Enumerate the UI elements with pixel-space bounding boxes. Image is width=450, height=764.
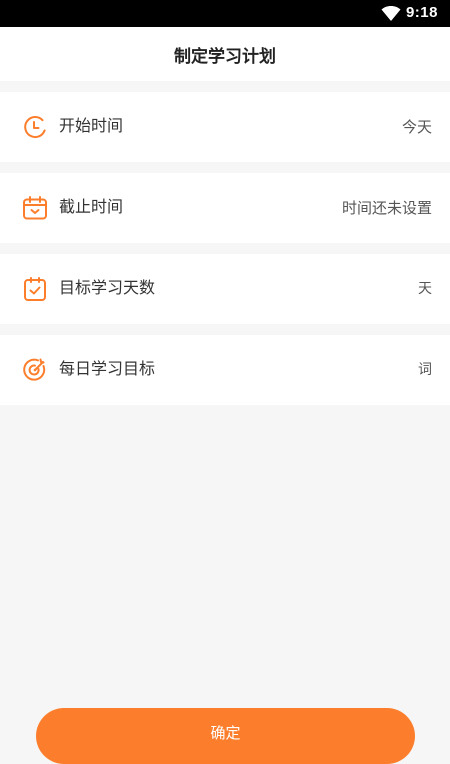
page-header: 制定学习计划 (0, 27, 450, 81)
target-days-row[interactable]: 目标学习天数 天 (0, 254, 450, 324)
status-time: 9:18 (405, 4, 438, 21)
target-icon (23, 358, 46, 381)
deadline-row[interactable]: 截止时间 时间还未设置 (0, 173, 450, 243)
calendar-check-icon (24, 277, 46, 301)
start-time-value: 今天 (401, 118, 432, 136)
confirm-button-label: 确定 (210, 724, 241, 742)
wifi-icon (381, 6, 401, 21)
clock-icon (24, 116, 46, 139)
daily-goal-row[interactable]: 每日学习目标 词 (0, 335, 450, 405)
page-title: 制定学习计划 (174, 47, 276, 67)
calendar-icon (23, 196, 47, 220)
deadline-value: 时间还未设置 (341, 199, 432, 217)
daily-goal-label: 每日学习目标 (59, 359, 156, 378)
daily-goal-value: 词 (418, 362, 432, 378)
target-days-value: 天 (418, 281, 432, 297)
status-bar: 9:18 (0, 0, 450, 27)
target-days-label: 目标学习天数 (59, 278, 156, 297)
confirm-button[interactable]: 确定 (36, 708, 415, 764)
start-time-row[interactable]: 开始时间 今天 (0, 92, 450, 162)
start-time-label: 开始时间 (59, 116, 124, 135)
deadline-label: 截止时间 (59, 197, 124, 216)
